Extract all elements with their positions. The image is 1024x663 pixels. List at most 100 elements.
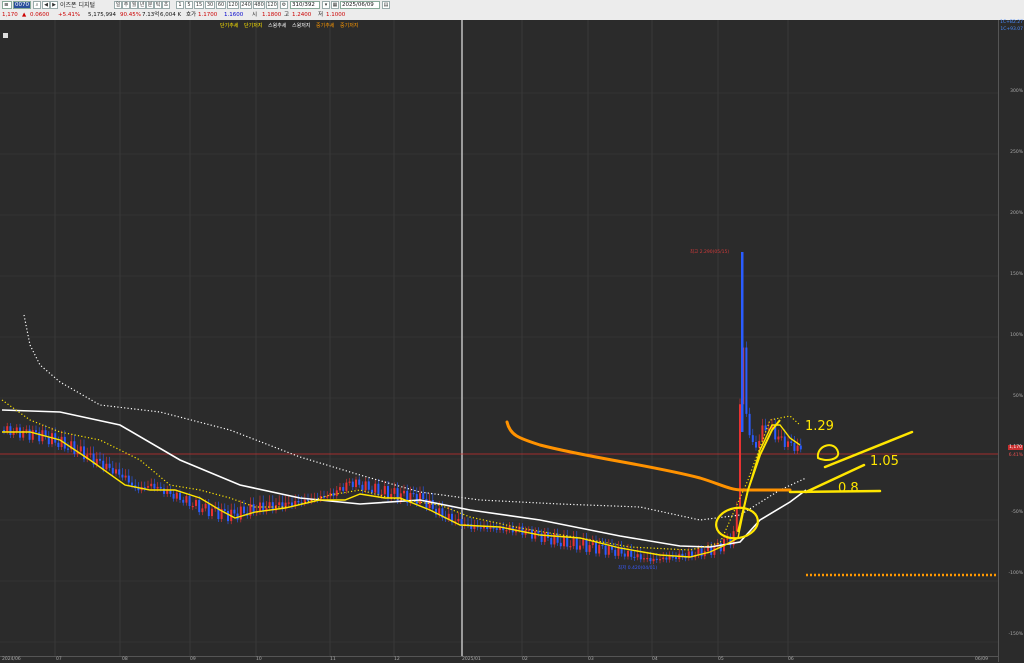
candle	[735, 507, 738, 532]
count-spin-icon[interactable]: ▾	[322, 1, 330, 9]
period-button-120[interactable]: 120	[227, 1, 239, 9]
candle	[67, 448, 69, 450]
candle	[447, 513, 450, 520]
calendar-icon[interactable]: ▤	[382, 1, 390, 9]
period-button-5[interactable]: 5	[185, 1, 193, 9]
candle	[726, 538, 729, 540]
candle	[783, 436, 786, 447]
x-label: 02	[522, 657, 528, 662]
period-week-button[interactable]: 주	[122, 1, 130, 9]
candle	[675, 556, 677, 560]
candle	[764, 425, 767, 431]
x-label: 09	[190, 657, 196, 662]
period-button-1[interactable]: 1	[176, 1, 184, 9]
chart-type-icon[interactable]: ▦	[331, 1, 339, 9]
low-annotation: 최저 0.420(04/01)	[618, 564, 657, 571]
x-label: 2025/01	[462, 657, 481, 662]
candle	[150, 483, 153, 487]
trade-amount: 7.13억	[142, 12, 160, 18]
candle	[393, 488, 396, 494]
candle	[627, 550, 629, 557]
candle	[486, 526, 489, 529]
search-icon[interactable]: ⌕	[33, 1, 41, 9]
period-button-60[interactable]: 60	[216, 1, 226, 9]
y-top-tag-1: 1C+B2.27	[1000, 20, 1023, 25]
period-button-240[interactable]: 240	[240, 1, 252, 9]
candle	[153, 483, 156, 489]
high-annotation: 최고 2.290(05/15)	[690, 248, 729, 255]
candle	[348, 481, 351, 483]
candle	[111, 467, 114, 474]
x-label: 06	[788, 657, 794, 662]
up-arrow-icon: ▲	[22, 12, 27, 18]
period-tick-button[interactable]: 틱	[154, 1, 162, 9]
period-year-button[interactable]: 년	[138, 1, 146, 9]
candle	[403, 490, 405, 494]
date-input[interactable]: 2025/06/09	[340, 1, 380, 9]
candle	[748, 413, 751, 436]
price-tag: 1,170	[1008, 445, 1023, 450]
candle	[259, 502, 261, 512]
candle	[643, 558, 645, 560]
candle	[777, 436, 780, 440]
ho-value: 1.1700	[198, 12, 218, 18]
period-button-480[interactable]: 480	[253, 1, 265, 9]
candle	[659, 559, 661, 561]
period-month-button[interactable]: 월	[130, 1, 138, 9]
go-value: 1.2400	[292, 12, 312, 18]
panel-toggle-icon	[3, 33, 8, 38]
candle	[636, 554, 639, 558]
candle	[201, 508, 204, 513]
hand-label-1: 1.29	[805, 419, 834, 434]
period-second-button[interactable]: 초	[162, 1, 170, 9]
candle	[227, 510, 229, 522]
next-arrow-icon[interactable]: ▶	[50, 1, 58, 9]
count-input[interactable]: 310/392	[290, 1, 320, 9]
candle	[383, 486, 386, 495]
candle	[211, 508, 213, 517]
y-label: -150%	[1008, 632, 1024, 637]
y-label: 200%	[1010, 211, 1023, 216]
candle	[598, 544, 601, 554]
candle	[342, 487, 345, 491]
price-chart[interactable]: 최고 2.290(05/15) 최저 0.420(04/01) 1.29 1.0…	[0, 20, 998, 656]
volume-percent: 90.45%	[120, 12, 141, 18]
candle	[793, 442, 796, 451]
candle	[521, 526, 524, 535]
candle	[367, 481, 370, 490]
candle	[223, 509, 226, 511]
candle	[495, 528, 498, 530]
candle	[73, 441, 76, 454]
candle	[755, 441, 757, 448]
menu-icon[interactable]: ≡	[2, 1, 12, 9]
candle	[355, 479, 357, 488]
period-day-button[interactable]: 일	[114, 1, 122, 9]
candle	[617, 548, 620, 556]
candle	[787, 441, 789, 447]
candle	[175, 492, 178, 499]
y-top-tag-2: 1C+93.07	[1000, 27, 1023, 32]
stock-name: 이즈폰 디지털	[60, 2, 96, 9]
candle	[422, 493, 425, 499]
x-label: 04	[652, 657, 658, 662]
candle	[326, 496, 329, 498]
x-label: 07	[56, 657, 62, 662]
period-button-custom[interactable]: 120	[266, 1, 278, 9]
period-button-15[interactable]: 15	[194, 1, 204, 9]
period-minute-button[interactable]: 분	[146, 1, 154, 9]
period-button-30[interactable]: 30	[205, 1, 215, 9]
candle	[108, 463, 111, 468]
settings-icon[interactable]: ⚙	[280, 1, 288, 9]
stock-code-input[interactable]: 0070	[13, 1, 31, 9]
candle	[790, 441, 793, 443]
candle	[159, 486, 162, 489]
candle	[121, 474, 124, 478]
candle	[668, 556, 671, 560]
y-label: 50%	[1012, 394, 1023, 399]
change-percent: +5.41%	[58, 12, 81, 18]
candle	[156, 486, 159, 489]
candle	[473, 526, 476, 530]
jeo-label: 저	[318, 12, 324, 18]
candle	[172, 493, 175, 499]
prev-arrow-icon[interactable]: ◀	[42, 1, 50, 9]
